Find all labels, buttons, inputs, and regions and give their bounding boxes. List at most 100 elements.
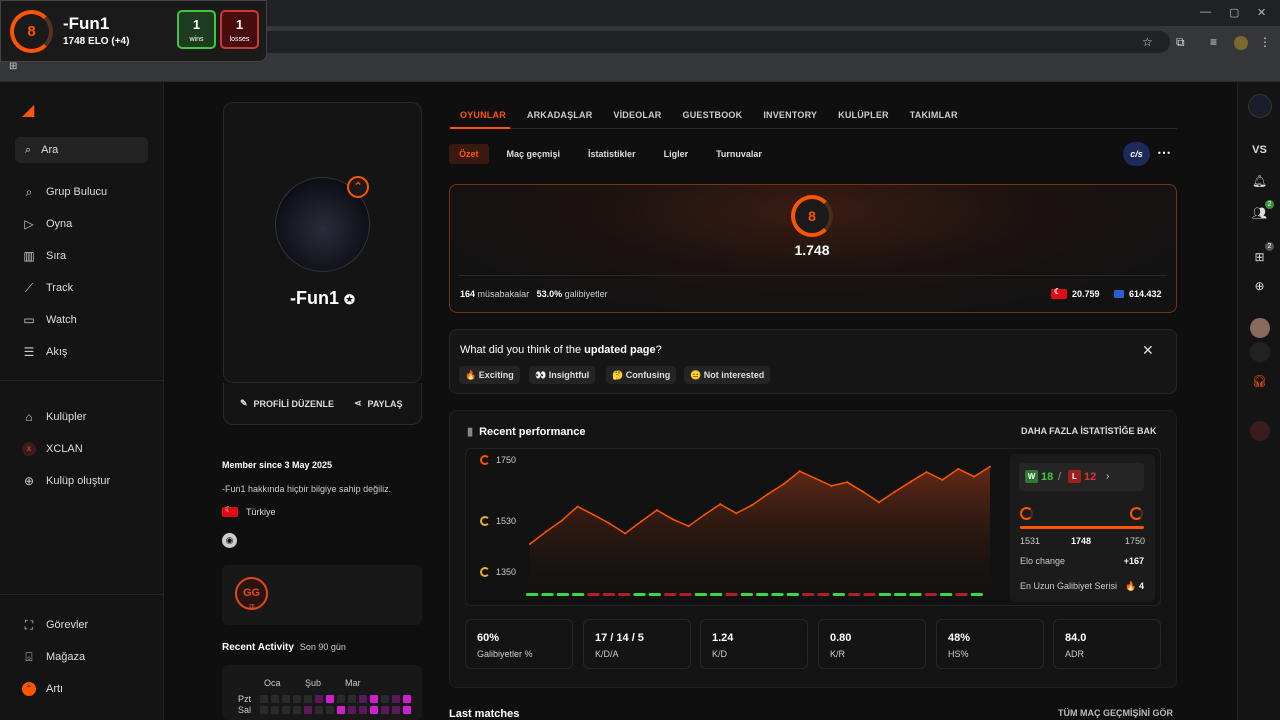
chart-point[interactable]: [560, 519, 563, 522]
subtab-statistics[interactable]: İstatistikler: [578, 144, 646, 164]
result-win-marker[interactable]: [710, 593, 723, 596]
result-win-marker[interactable]: [970, 593, 983, 596]
result-win-marker[interactable]: [694, 593, 707, 596]
search-button[interactable]: ⌕ Ara: [15, 137, 148, 163]
address-bar[interactable]: [250, 31, 1170, 53]
more-options-icon[interactable]: ⋯: [1157, 144, 1171, 161]
subtab-match-history[interactable]: Maç geçmişi: [497, 144, 571, 164]
friend-avatar[interactable]: [1250, 342, 1270, 362]
vs-button[interactable]: VS: [1238, 144, 1280, 156]
menu-icon[interactable]: ⋮: [1259, 35, 1271, 49]
subtab-leagues[interactable]: Ligler: [654, 144, 699, 164]
media-icon[interactable]: ≡: [1210, 35, 1217, 49]
result-loss-marker[interactable]: [802, 593, 815, 596]
result-loss-marker[interactable]: [679, 593, 692, 596]
heatmap-cell[interactable]: [304, 695, 312, 703]
heatmap-cell[interactable]: [293, 706, 301, 714]
result-win-marker[interactable]: [648, 593, 661, 596]
chart-point[interactable]: [544, 530, 547, 533]
heatmap-cell[interactable]: [337, 695, 345, 703]
close-feedback-icon[interactable]: ✕: [1142, 342, 1154, 359]
sidebar-item-feed[interactable]: ☰ Akış: [22, 342, 68, 362]
result-win-marker[interactable]: [756, 593, 769, 596]
steam-icon[interactable]: ◉: [222, 533, 237, 548]
chart-point[interactable]: [814, 477, 817, 480]
chart-point[interactable]: [735, 512, 738, 515]
sidebar-item-play[interactable]: ▷ Oyna: [22, 214, 72, 234]
heatmap-cell[interactable]: [359, 706, 367, 714]
result-win-marker[interactable]: [556, 593, 569, 596]
tab-videos[interactable]: VİDEOLAR: [613, 110, 661, 120]
heatmap-cell[interactable]: [359, 695, 367, 703]
result-loss-marker[interactable]: [725, 593, 738, 596]
heatmap-cell[interactable]: [392, 695, 400, 703]
minimize-icon[interactable]: —: [1200, 6, 1211, 18]
tab-friends[interactable]: ARKADAŞLAR: [527, 110, 593, 120]
result-win-marker[interactable]: [541, 593, 554, 596]
country-rank[interactable]: 20.759: [1051, 287, 1100, 299]
tab-clubs[interactable]: KULÜPLER: [838, 110, 889, 120]
chart-point[interactable]: [877, 501, 880, 504]
chart-point[interactable]: [973, 475, 976, 478]
heatmap-cell[interactable]: [403, 695, 411, 703]
sidebar-item-watch[interactable]: ▭ Watch: [22, 310, 76, 330]
chart-point[interactable]: [624, 532, 627, 535]
result-win-marker[interactable]: [572, 593, 585, 596]
chart-point[interactable]: [766, 493, 769, 496]
heatmap-cell[interactable]: [282, 695, 290, 703]
result-win-marker[interactable]: [894, 593, 907, 596]
heatmap-cell[interactable]: [381, 706, 389, 714]
heatmap-cell[interactable]: [326, 706, 334, 714]
heatmap-cell[interactable]: [403, 706, 411, 714]
sidebar-item-shop[interactable]: ⌺ Mağaza: [22, 647, 85, 667]
party-icon[interactable]: ⊞: [1238, 250, 1280, 264]
sidebar-item-create-club[interactable]: ⊕ Kulüp oluştur: [22, 471, 110, 491]
heatmap-cell[interactable]: [315, 706, 323, 714]
chart-point[interactable]: [640, 520, 643, 523]
gg-badge[interactable]: GG 25: [235, 577, 268, 610]
sidebar-item-clubs[interactable]: ⌂ Kulüpler: [22, 407, 86, 427]
feedback-chip-insightful[interactable]: 👀 Insightful: [529, 366, 596, 384]
feedback-chip-exciting[interactable]: 🔥 Exciting: [459, 366, 520, 384]
result-win-marker[interactable]: [940, 593, 953, 596]
chart-point[interactable]: [893, 490, 896, 493]
feedback-chip-not-interested[interactable]: 😐 Not interested: [684, 366, 771, 384]
heatmap-cell[interactable]: [337, 706, 345, 714]
result-win-marker[interactable]: [909, 593, 922, 596]
all-matches-link[interactable]: TÜM MAÇ GEÇMİŞİNİ GÖR: [1058, 708, 1173, 718]
region-rank[interactable]: 614.432: [1114, 289, 1162, 299]
add-circle-icon[interactable]: ⊕: [1238, 279, 1280, 293]
apps-grid-icon[interactable]: ⊞: [9, 61, 17, 72]
result-win-marker[interactable]: [832, 593, 845, 596]
result-loss-marker[interactable]: [618, 593, 631, 596]
close-window-icon[interactable]: ✕: [1257, 6, 1266, 19]
result-loss-marker[interactable]: [924, 593, 937, 596]
chart-point[interactable]: [655, 509, 658, 512]
result-win-marker[interactable]: [771, 593, 784, 596]
share-button[interactable]: ⋖ PAYLAŞ: [354, 398, 403, 409]
profile-avatar-icon[interactable]: [1234, 36, 1248, 50]
game-selector-cs-icon[interactable]: c/s: [1123, 142, 1150, 166]
result-win-marker[interactable]: [786, 593, 799, 596]
chart-point[interactable]: [592, 513, 595, 516]
chart-point[interactable]: [782, 483, 785, 485]
result-loss-marker[interactable]: [863, 593, 876, 596]
result-win-marker[interactable]: [878, 593, 891, 596]
heatmap-cell[interactable]: [260, 695, 268, 703]
user-avatar[interactable]: [1248, 94, 1272, 118]
notifications-bell-icon[interactable]: 🔔︎: [1238, 174, 1280, 188]
more-stats-link[interactable]: DAHA FAZLA İSTATİSTİĞE BAK: [1021, 426, 1157, 436]
tab-teams[interactable]: TAKIMLAR: [910, 110, 958, 120]
heatmap-cell[interactable]: [348, 695, 356, 703]
friends-icon[interactable]: 👥︎: [1238, 206, 1280, 220]
bookmark-star-icon[interactable]: ☆: [1142, 35, 1153, 49]
friend-avatar[interactable]: [1250, 318, 1270, 338]
heatmap-cell[interactable]: [348, 706, 356, 714]
heatmap-cell[interactable]: [304, 706, 312, 714]
result-loss-marker[interactable]: [817, 593, 830, 596]
sidebar-item-ranking[interactable]: ▥ Sıra: [22, 246, 66, 266]
chart-point[interactable]: [751, 504, 754, 507]
club-avatar[interactable]: [1250, 421, 1270, 441]
chart-point[interactable]: [925, 471, 928, 474]
result-loss-marker[interactable]: [664, 593, 677, 596]
